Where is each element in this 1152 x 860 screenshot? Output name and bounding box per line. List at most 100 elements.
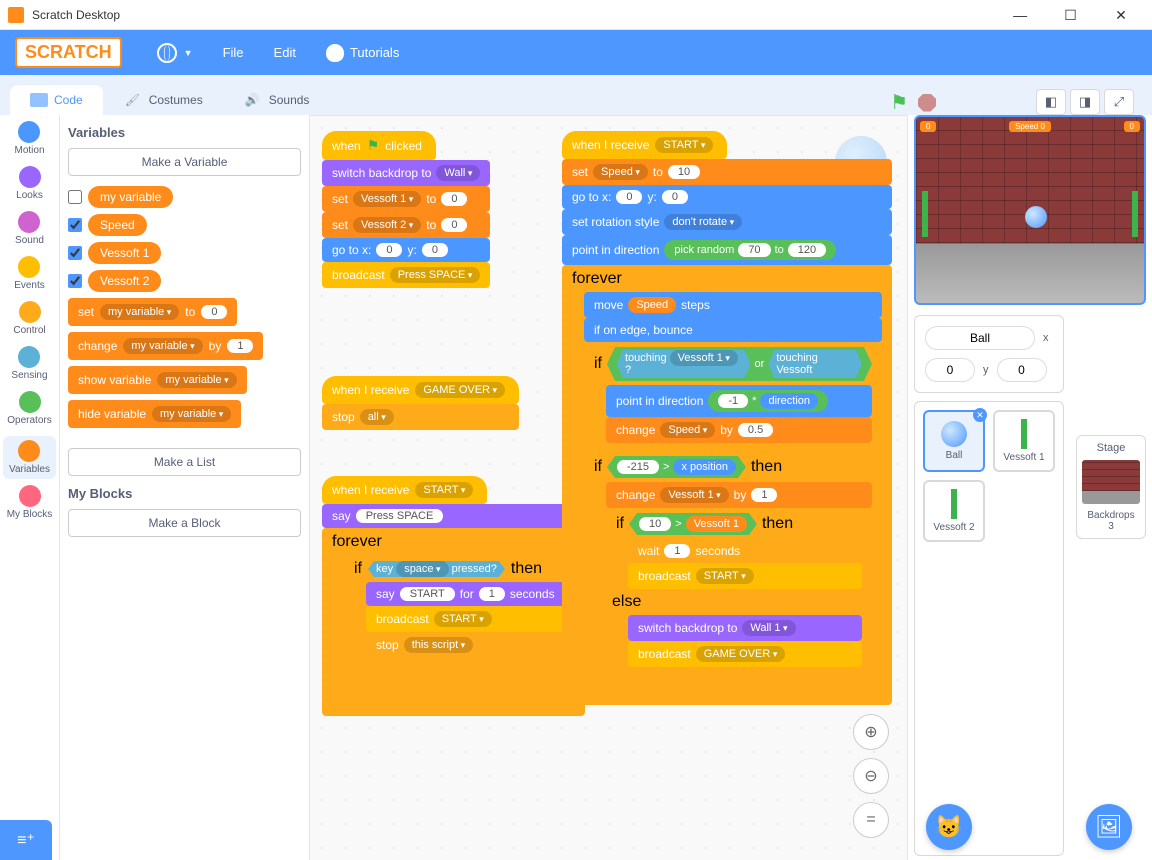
category-looks[interactable]: Looks xyxy=(16,166,43,201)
stage-small-button[interactable]: ◧ xyxy=(1036,89,1066,115)
block-set-var[interactable]: setVessoft 2to0 xyxy=(322,212,490,238)
zoom-in-button[interactable]: ⊕ xyxy=(853,714,889,750)
stage-large-button[interactable]: ◨ xyxy=(1070,89,1100,115)
block-broadcast[interactable]: broadcastGAME OVER xyxy=(628,641,862,667)
block-change-variable[interactable]: change my variable by 1 xyxy=(68,332,263,360)
block-switch-backdrop[interactable]: switch backdrop toWall 1 xyxy=(628,615,862,641)
hat-when-receive[interactable]: when I receiveSTART xyxy=(562,131,727,159)
green-flag-button[interactable]: ⚑ xyxy=(890,90,908,115)
category-sound[interactable]: Sound xyxy=(15,211,44,246)
tab-code[interactable]: Code xyxy=(10,85,103,115)
language-menu[interactable]: ▼ xyxy=(157,43,193,63)
sprite-x-field[interactable]: 0 xyxy=(925,358,975,382)
block-switch-backdrop[interactable]: switch backdrop toWall xyxy=(322,160,490,186)
stop-button[interactable] xyxy=(918,94,936,112)
zoom-reset-button[interactable]: = xyxy=(853,802,889,838)
script-stack[interactable]: when I receiveSTART sayPress SPACE forev… xyxy=(322,476,585,716)
tutorials-button[interactable]: Tutorials xyxy=(326,44,399,62)
block-point-direction[interactable]: point in directionpick random70to120 xyxy=(562,235,892,265)
category-variables[interactable]: Variables xyxy=(3,436,56,479)
block-if-edge-bounce[interactable]: if on edge, bounce xyxy=(584,318,882,342)
variable-checkbox[interactable] xyxy=(68,274,82,288)
category-motion[interactable]: Motion xyxy=(14,121,44,156)
zoom-out-button[interactable]: ⊖ xyxy=(853,758,889,794)
variable-checkbox[interactable] xyxy=(68,190,82,204)
block-set-var[interactable]: setVessoft 1to0 xyxy=(322,186,490,212)
tab-sounds[interactable]: 🔊Sounds xyxy=(225,85,330,115)
file-menu[interactable]: File xyxy=(223,45,244,60)
operator-gt[interactable]: 10>Vessoft 1 xyxy=(629,513,757,535)
variable-reporter[interactable]: Speed xyxy=(88,214,147,236)
make-variable-button[interactable]: Make a Variable xyxy=(68,148,301,176)
block-forever[interactable]: forever if key space pressed? then sayST… xyxy=(322,528,585,716)
block-stop[interactable]: stopall xyxy=(322,404,519,430)
close-button[interactable]: ✕ xyxy=(1098,0,1144,30)
sensing-key-pressed[interactable]: key space pressed? xyxy=(368,561,505,577)
stage-selector[interactable]: Stage Backdrops 3 xyxy=(1076,435,1146,539)
variable-checkbox[interactable] xyxy=(68,218,82,232)
sprite-card[interactable]: Vessoft 2 xyxy=(923,480,985,542)
make-list-button[interactable]: Make a List xyxy=(68,448,301,476)
script-workspace[interactable]: when⚑clicked switch backdrop toWall setV… xyxy=(310,115,907,860)
block-point-direction[interactable]: point in direction-1*direction xyxy=(606,385,872,417)
block-broadcast[interactable]: broadcastSTART xyxy=(628,563,862,589)
sprite-card[interactable]: ✕Ball xyxy=(923,410,985,472)
block-broadcast[interactable]: broadcastSTART xyxy=(366,606,565,632)
block-move-steps[interactable]: moveSpeedsteps xyxy=(584,292,882,318)
stage-preview[interactable]: 0Speed 00 xyxy=(914,115,1146,305)
hat-when-receive[interactable]: when I receiveSTART xyxy=(322,476,487,504)
sensing-touching[interactable]: touching Vessoft xyxy=(768,350,862,378)
block-goto-xy[interactable]: go to x:0y:0 xyxy=(562,185,892,209)
block-set-variable[interactable]: set my variable to 0 xyxy=(68,298,237,326)
script-stack[interactable]: when I receiveGAME OVER stopall xyxy=(322,376,519,430)
block-change-var[interactable]: changeSpeedby0.5 xyxy=(606,417,872,443)
block-hide-variable[interactable]: hide variable my variable xyxy=(68,400,241,428)
delete-sprite-button[interactable]: ✕ xyxy=(973,408,987,422)
edit-menu[interactable]: Edit xyxy=(274,45,296,60)
block-if[interactable]: if touching Vessoft 1 ? or touching Vess… xyxy=(584,342,882,451)
block-wait[interactable]: wait1seconds xyxy=(628,539,862,563)
minimize-button[interactable]: — xyxy=(997,0,1043,30)
block-if[interactable]: if -215>x position then changeVessoft 1b… xyxy=(584,451,882,681)
maximize-button[interactable]: ☐ xyxy=(1048,0,1094,30)
block-change-var[interactable]: changeVessoft 1by1 xyxy=(606,482,872,508)
block-show-variable[interactable]: show variable my variable xyxy=(68,366,247,394)
sprite-name-field[interactable]: Ball xyxy=(925,326,1035,350)
variable-reporter[interactable]: Vessoft 1 xyxy=(88,242,161,264)
add-backdrop-button[interactable]: 🖼 xyxy=(1086,804,1132,850)
category-control[interactable]: Control xyxy=(13,301,45,336)
add-sprite-button[interactable]: 😺 xyxy=(926,804,972,850)
sprite-card[interactable]: Vessoft 1 xyxy=(993,410,1055,472)
operator-or[interactable]: touching Vessoft 1 ? or touching Vessoft xyxy=(607,347,872,381)
hat-when-receive[interactable]: when I receiveGAME OVER xyxy=(322,376,519,404)
block-if[interactable]: if key space pressed? then saySTARTfor1s… xyxy=(344,555,575,666)
hat-when-flag-clicked[interactable]: when⚑clicked xyxy=(322,131,436,160)
block-say[interactable]: sayPress SPACE xyxy=(322,504,585,528)
block-goto-xy[interactable]: go to x:0y:0 xyxy=(322,238,490,262)
add-extension-button[interactable]: ≡⁺ xyxy=(0,820,52,860)
block-say-for[interactable]: saySTARTfor1seconds xyxy=(366,582,565,606)
fullscreen-button[interactable]: ⤢ xyxy=(1104,89,1134,115)
block-set-var[interactable]: setSpeedto10 xyxy=(562,159,892,185)
operator-multiply[interactable]: -1*direction xyxy=(708,390,828,412)
block-if-else[interactable]: if 10>Vessoft 1 then wait1seconds broadc… xyxy=(606,508,872,673)
block-stop[interactable]: stopthis script xyxy=(366,632,565,658)
category-my-blocks[interactable]: My Blocks xyxy=(7,485,53,520)
script-stack[interactable]: when⚑clicked switch backdrop toWall setV… xyxy=(322,131,490,288)
category-events[interactable]: Events xyxy=(14,256,45,291)
block-forever[interactable]: forever moveSpeedsteps if on edge, bounc… xyxy=(562,265,892,705)
sensing-touching[interactable]: touching Vessoft 1 ? xyxy=(617,350,751,378)
operator-pick-random[interactable]: pick random70to120 xyxy=(664,240,836,260)
tab-costumes[interactable]: 🖌Costumes xyxy=(105,85,223,115)
category-operators[interactable]: Operators xyxy=(7,391,51,426)
variable-checkbox[interactable] xyxy=(68,246,82,260)
block-rotation-style[interactable]: set rotation styledon't rotate xyxy=(562,209,892,235)
make-block-button[interactable]: Make a Block xyxy=(68,509,301,537)
sprite-y-field[interactable]: 0 xyxy=(997,358,1047,382)
operator-gt[interactable]: -215>x position xyxy=(607,456,746,478)
block-broadcast[interactable]: broadcastPress SPACE xyxy=(322,262,490,288)
category-sensing[interactable]: Sensing xyxy=(11,346,47,381)
variable-reporter[interactable]: Vessoft 2 xyxy=(88,270,161,292)
block-palette[interactable]: Variables Make a Variable my variableSpe… xyxy=(60,115,310,860)
script-stack[interactable]: when I receiveSTART setSpeedto10 go to x… xyxy=(562,131,892,705)
